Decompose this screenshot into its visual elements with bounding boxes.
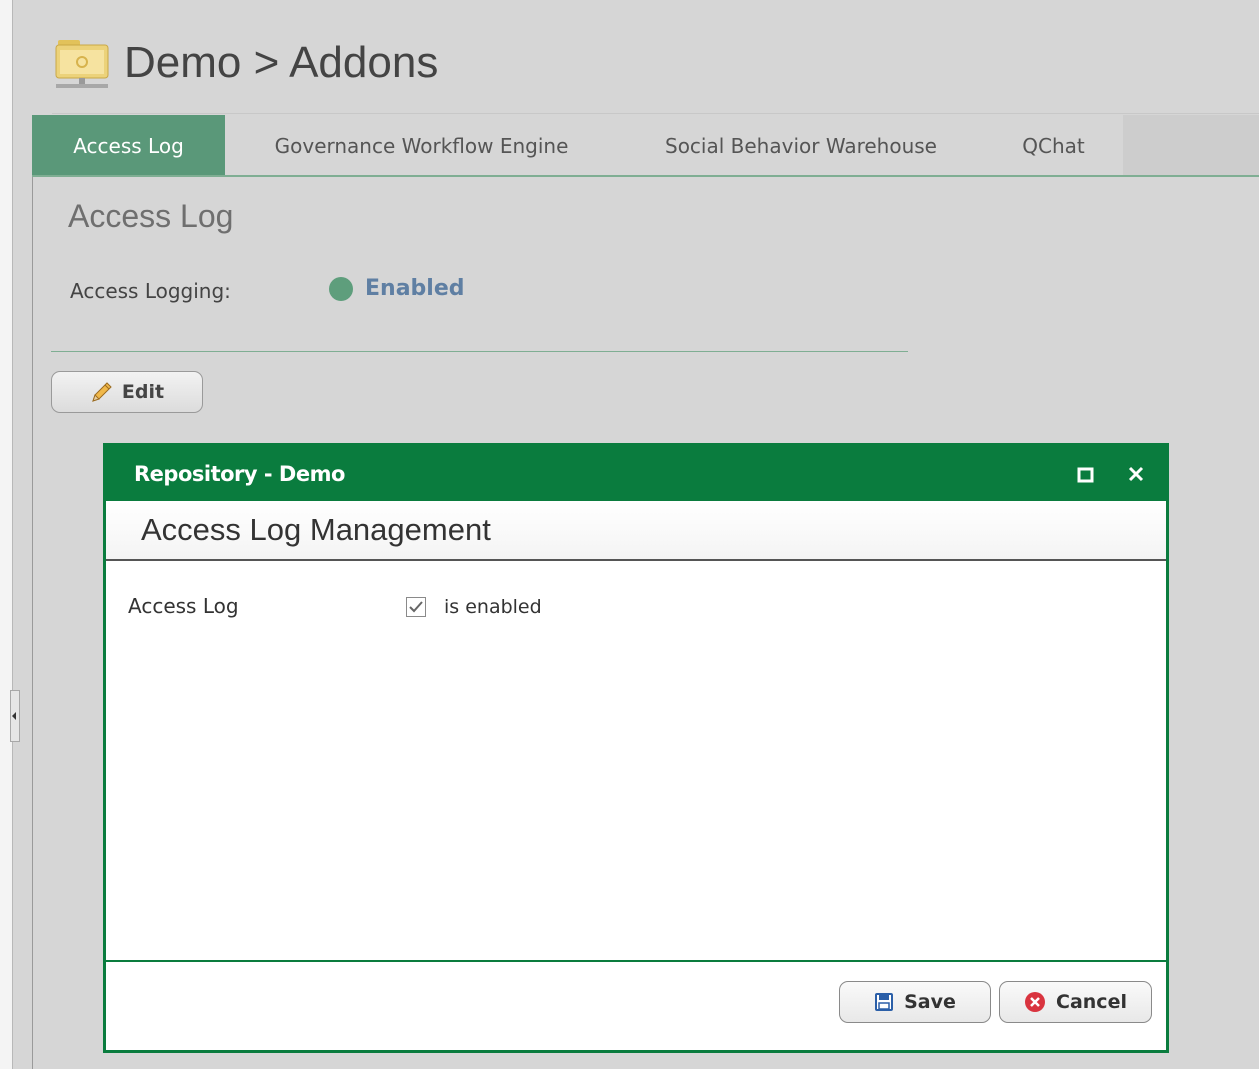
access-logging-status: Enabled [329, 276, 465, 301]
is-enabled-checkbox[interactable] [406, 597, 426, 617]
tab-qchat[interactable]: QChat [984, 115, 1123, 176]
dialog-title: Repository - Demo [134, 461, 345, 486]
tab-social-behavior-warehouse[interactable]: Social Behavior Warehouse [618, 115, 984, 176]
edit-button[interactable]: Edit [51, 371, 203, 413]
access-log-field-label: Access Log [128, 594, 239, 618]
section-title: Access Log [68, 198, 234, 234]
floppy-disk-icon [874, 992, 894, 1012]
tab-governance-workflow-engine[interactable]: Governance Workflow Engine [225, 115, 618, 176]
status-text: Enabled [365, 276, 465, 301]
pencil-icon [90, 380, 114, 404]
dialog-heading: Access Log Management [106, 501, 1166, 561]
header-divider [52, 113, 1259, 114]
cancel-button-label: Cancel [1056, 991, 1127, 1013]
access-logging-label: Access Logging: [70, 279, 231, 303]
page-header: Demo > Addons [52, 30, 438, 96]
close-icon[interactable] [1126, 464, 1146, 484]
dialog-titlebar[interactable]: Repository - Demo [106, 446, 1166, 501]
is-enabled-label[interactable]: is enabled [444, 596, 542, 618]
checkmark-icon [409, 601, 423, 613]
save-button[interactable]: Save [839, 981, 991, 1023]
status-dot-icon [329, 276, 353, 301]
save-button-label: Save [904, 991, 956, 1013]
maximize-icon[interactable] [1077, 466, 1094, 483]
edit-button-label: Edit [121, 381, 165, 403]
cancel-button[interactable]: Cancel [999, 981, 1152, 1023]
left-panel-strip [0, 0, 13, 1069]
tab-underline [32, 175, 1259, 177]
cancel-circle-icon [1024, 991, 1046, 1013]
dialog-footer-divider [106, 960, 1166, 962]
access-log-dialog: Repository - Demo Access Log Management … [103, 443, 1169, 1053]
tab-bar-filler [1123, 115, 1259, 176]
network-folder-icon [52, 32, 114, 94]
section-divider [51, 351, 908, 352]
tab-bar: Access Log Governance Workflow Engine So… [32, 115, 1123, 176]
collapse-panel-handle[interactable] [10, 690, 20, 742]
content-left-border [32, 115, 33, 1069]
tab-access-log[interactable]: Access Log [32, 115, 225, 176]
page-title: Demo > Addons [124, 38, 439, 87]
